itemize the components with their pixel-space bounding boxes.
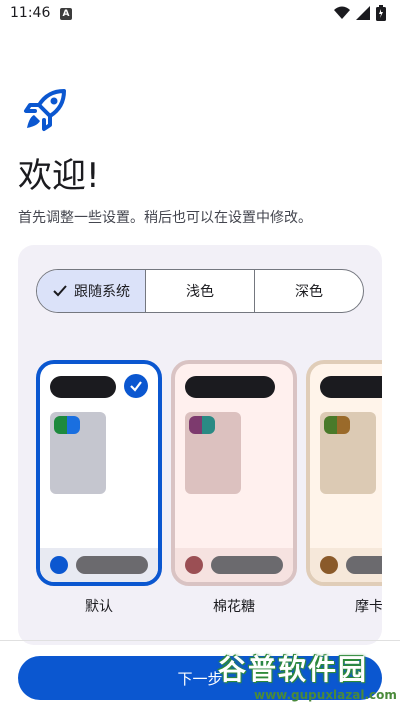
theme-option-label: 跟随系统 <box>74 284 130 300</box>
preview-bottom-bar <box>175 548 293 582</box>
rocket-icon <box>24 89 66 131</box>
color-scheme-label: 棉花糖 <box>213 599 255 615</box>
preview-color-chip <box>189 416 215 434</box>
preview-bottom-bar <box>310 548 382 582</box>
color-scheme-label: 默认 <box>85 599 113 615</box>
battery-icon <box>376 5 386 21</box>
preview-bottom-pill <box>346 556 382 574</box>
footer-divider <box>0 640 400 641</box>
theme-option-label: 浅色 <box>186 284 214 300</box>
preview-widget <box>50 412 106 494</box>
preview-top-bar <box>320 376 382 398</box>
theme-option-system[interactable]: 跟随系统 <box>37 270 146 312</box>
preview-accent-dot <box>320 556 338 574</box>
color-scheme-card-mocha[interactable] <box>306 360 382 586</box>
next-button-label: 下一步 <box>177 669 223 688</box>
preview-bottom-pill <box>211 556 283 574</box>
preview-accent-dot <box>185 556 203 574</box>
color-scheme-list: 默认 棉花糖 摩卡 <box>36 360 382 615</box>
wifi-icon <box>334 6 350 19</box>
color-scheme-label: 摩卡 <box>355 599 382 615</box>
preview-color-chip <box>324 416 350 434</box>
status-time: 11:46 <box>10 5 51 21</box>
status-icons <box>334 5 386 21</box>
status-bar: 11:46 A <box>0 0 400 28</box>
check-icon <box>53 285 67 297</box>
selected-check-icon <box>124 374 148 398</box>
preview-bottom-pill <box>76 556 148 574</box>
preview-top-bar <box>50 376 116 398</box>
color-scheme-card-default[interactable] <box>36 360 162 586</box>
preview-widget <box>185 412 241 494</box>
preview-color-chip <box>54 416 80 434</box>
page-subtitle: 首先调整一些设置。稍后也可以在设置中修改。 <box>18 210 312 226</box>
theme-option-label: 深色 <box>295 284 323 300</box>
color-scheme-card-cotton-candy[interactable] <box>171 360 297 586</box>
signal-icon <box>356 6 370 20</box>
notification-icon: A <box>60 8 72 20</box>
theme-option-light[interactable]: 浅色 <box>146 270 255 312</box>
page-title: 欢迎! <box>18 156 100 196</box>
settings-panel: 跟随系统 浅色 深色 默认 棉花糖 摩卡 <box>18 245 382 645</box>
preview-top-bar <box>185 376 275 398</box>
theme-option-dark[interactable]: 深色 <box>255 270 363 312</box>
watermark-url: www.gupuxlazal.com <box>254 688 397 702</box>
preview-bottom-bar <box>40 548 158 582</box>
preview-accent-dot <box>50 556 68 574</box>
watermark: 谷普软件园 www.gupuxlazal.com <box>218 648 397 708</box>
theme-mode-selector: 跟随系统 浅色 深色 <box>36 269 364 313</box>
preview-widget <box>320 412 376 494</box>
watermark-text: 谷普软件园 <box>218 653 369 686</box>
